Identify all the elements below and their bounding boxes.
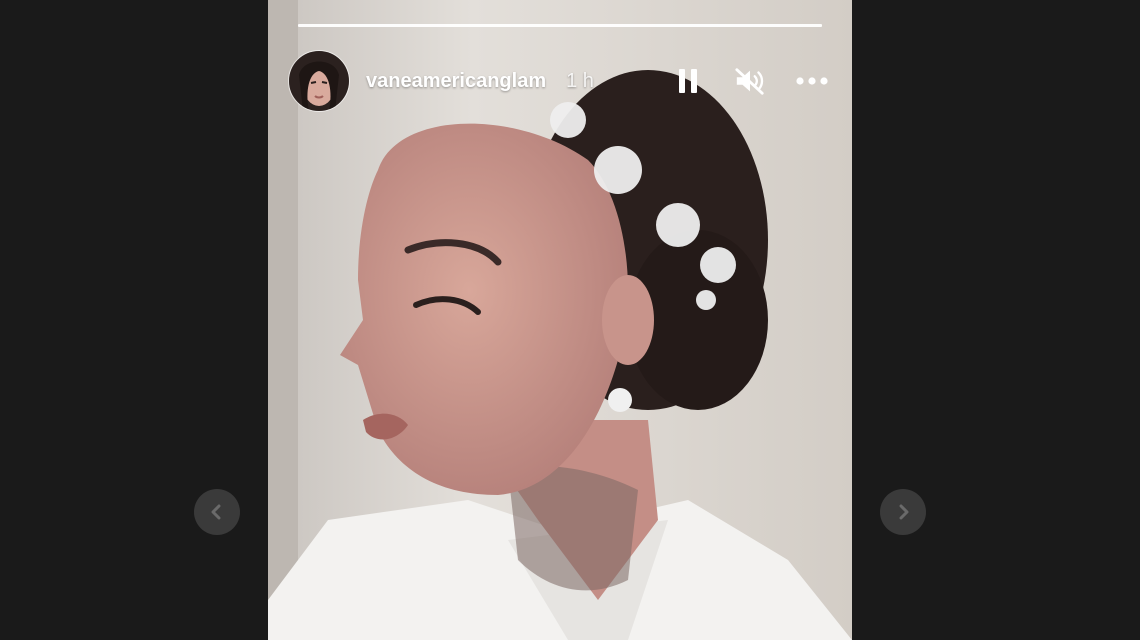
next-story-button[interactable] bbox=[880, 489, 926, 535]
story-viewer: vaneamericanglam 1 h bbox=[0, 0, 1140, 640]
pause-button[interactable] bbox=[672, 65, 704, 97]
story-frame[interactable]: vaneamericanglam 1 h bbox=[268, 0, 852, 640]
story-progress-bar bbox=[298, 24, 822, 27]
avatar[interactable] bbox=[288, 50, 350, 112]
story-username[interactable]: vaneamericanglam bbox=[366, 70, 546, 93]
previous-story-button[interactable] bbox=[194, 489, 240, 535]
progress-segment bbox=[298, 24, 822, 27]
story-controls bbox=[672, 65, 828, 97]
speaker-muted-icon bbox=[735, 68, 764, 95]
more-options-button[interactable] bbox=[796, 65, 828, 97]
story-header: vaneamericanglam 1 h bbox=[288, 50, 828, 112]
mute-button[interactable] bbox=[734, 65, 766, 97]
more-horizontal-icon bbox=[796, 77, 828, 85]
pause-icon bbox=[679, 69, 697, 93]
chevron-left-icon bbox=[211, 504, 221, 520]
chevron-right-icon bbox=[899, 504, 909, 520]
story-timestamp: 1 h bbox=[566, 69, 594, 92]
